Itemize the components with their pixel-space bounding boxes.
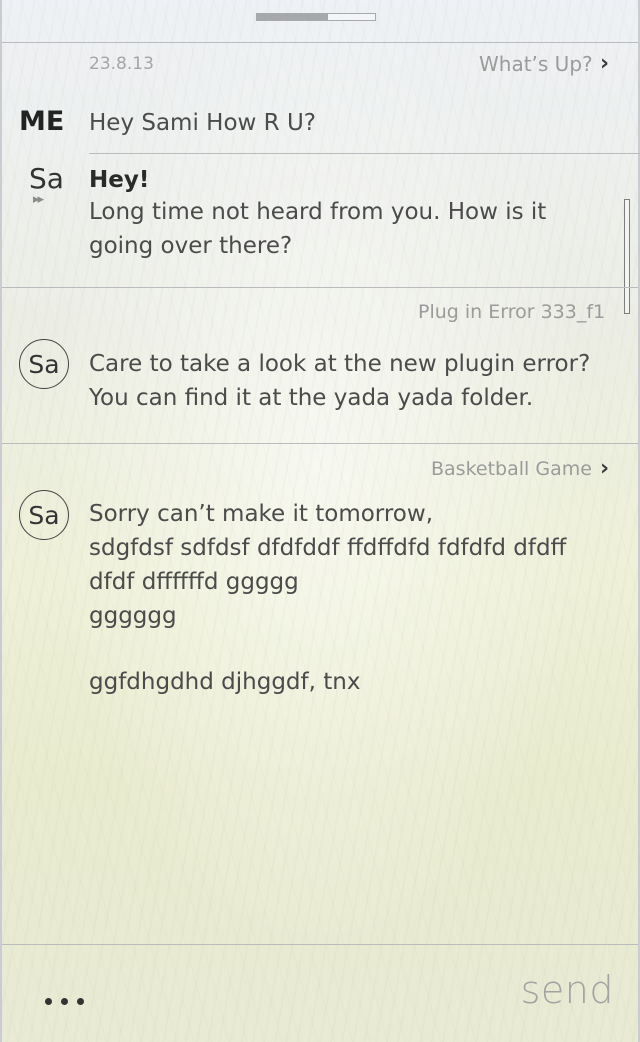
avatar[interactable]: Sa (19, 339, 69, 389)
thread-topic-plugin-error[interactable]: Plug in Error 333_f1 (418, 301, 605, 323)
message-reply-line: Long time not heard from you. How is it (89, 199, 547, 225)
thread-topic-basketball[interactable]: Basketball Game (431, 458, 592, 480)
scrollbar[interactable] (624, 199, 630, 314)
chevron-right-icon[interactable]: › (600, 456, 609, 481)
send-button[interactable]: send (521, 968, 614, 1012)
message-divider (89, 153, 640, 154)
top-divider (2, 42, 638, 43)
message-text-line: ggfdhgdhd djhggdf, tnx (89, 669, 361, 695)
message-text-line: sdgfdsf sdfdsf dfdfddf ffdffdfd fdfdfd d… (89, 535, 567, 561)
dot (61, 998, 68, 1005)
message-reply-heading: Hey! (89, 167, 150, 193)
message-me-text: Hey Sami How R U? (89, 110, 316, 136)
play-icon[interactable]: ▸▸ (33, 192, 44, 208)
avatar-initials: Sa (28, 349, 60, 379)
dot (77, 998, 84, 1005)
message-reply-line: going over there? (89, 233, 293, 259)
message-text-line: gggggg (89, 603, 177, 629)
message-text-line: Care to take a look at the new plugin er… (89, 351, 591, 377)
thread-divider (2, 443, 638, 444)
message-text-line: You can find it at the yada yada folder. (89, 385, 534, 411)
avatar-initials: Sa (28, 500, 60, 530)
composer-divider (2, 944, 638, 945)
message-text-line: dfdf dffffffd ggggg (89, 569, 299, 595)
sender-me: ME (19, 106, 65, 137)
avatar[interactable]: Sa (19, 490, 69, 540)
more-dots-icon[interactable] (45, 998, 84, 1005)
thread-divider (2, 287, 638, 288)
pull-handle-fill (257, 14, 328, 20)
message-text-line: Sorry can’t make it tomorrow, (89, 501, 434, 527)
dot (45, 998, 52, 1005)
thread-topic-whats-up[interactable]: What’s Up? (479, 52, 593, 76)
thread-date: 23.8.13 (89, 54, 154, 74)
pull-handle[interactable] (256, 13, 376, 21)
chevron-right-icon[interactable]: › (600, 51, 609, 76)
sender-sa: Sa (29, 162, 64, 195)
